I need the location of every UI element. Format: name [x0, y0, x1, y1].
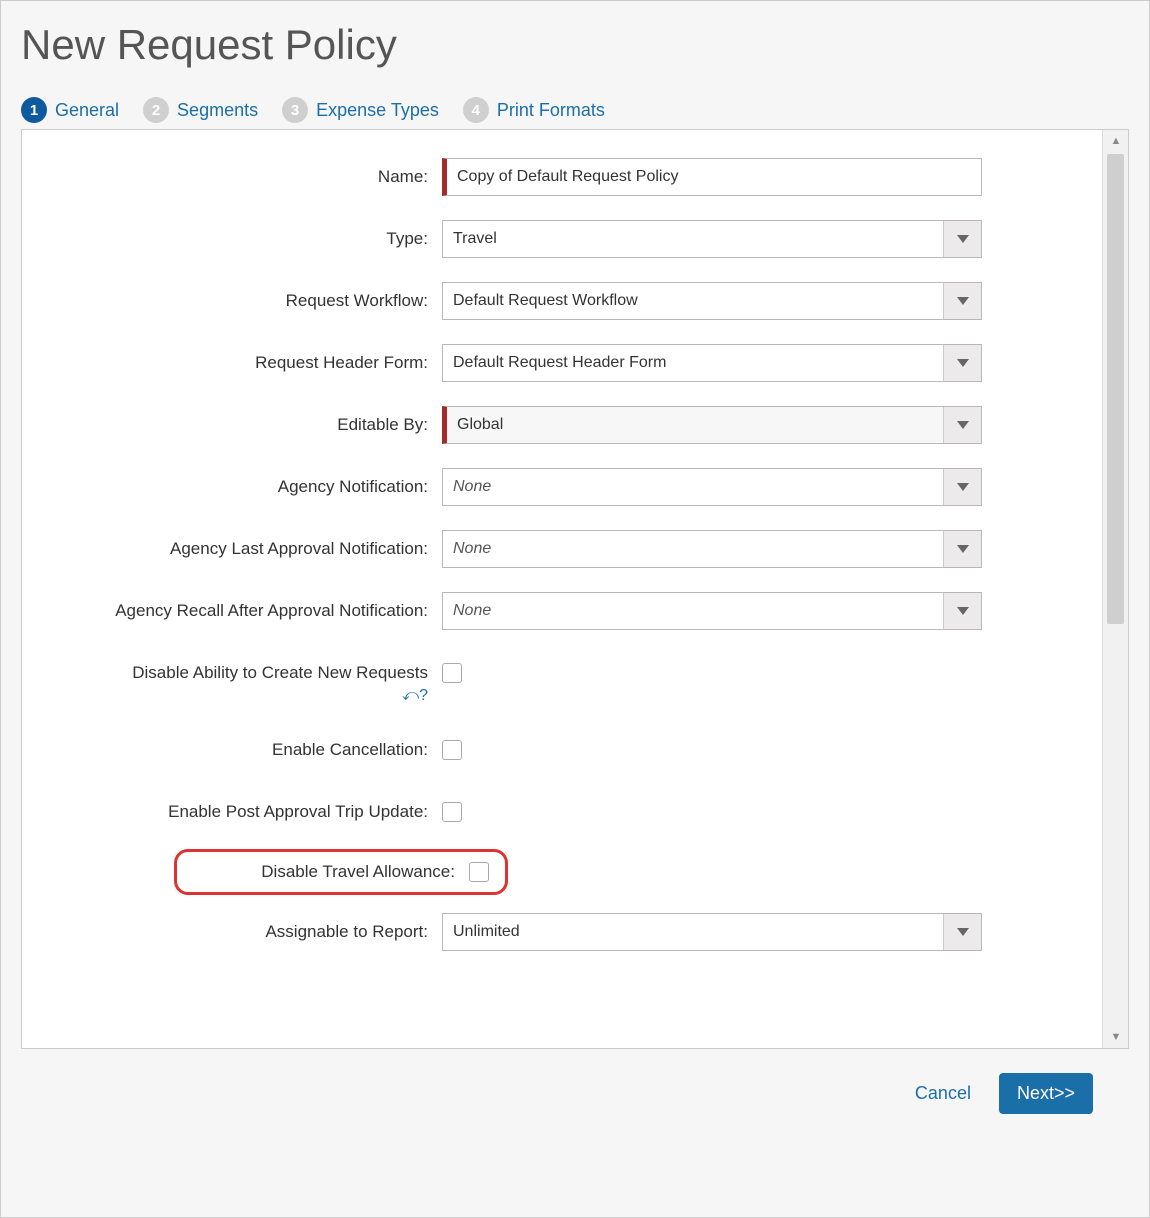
form-panel: Name: Type: Travel Request Workflow:: [21, 129, 1129, 1049]
chevron-down-icon[interactable]: [943, 345, 981, 381]
label-disable-travel-allowance: Disable Travel Allowance:: [261, 862, 455, 882]
agency-notification-select[interactable]: None: [442, 468, 982, 506]
chevron-down-icon[interactable]: [943, 914, 981, 950]
agency-recall-select[interactable]: None: [442, 592, 982, 630]
workflow-select[interactable]: Default Request Workflow: [442, 282, 982, 320]
disable-travel-allowance-checkbox[interactable]: [469, 862, 489, 882]
agency-notification-value: None: [443, 469, 943, 505]
page-title: New Request Policy: [21, 21, 1129, 69]
chevron-down-icon[interactable]: [943, 469, 981, 505]
step-number-icon: 2: [143, 97, 169, 123]
label-agency-recall: Agency Recall After Approval Notificatio…: [22, 592, 442, 622]
editable-by-value: Global: [447, 407, 943, 443]
step-segments[interactable]: 2 Segments: [143, 97, 258, 123]
assignable-to-report-select[interactable]: Unlimited: [442, 913, 982, 951]
label-enable-cancel: Enable Cancellation:: [22, 731, 442, 769]
label-editable-by: Editable By:: [22, 406, 442, 444]
type-select[interactable]: Travel: [442, 220, 982, 258]
label-enable-post-approval: Enable Post Approval Trip Update:: [22, 793, 442, 831]
enable-cancel-checkbox[interactable]: [442, 740, 462, 760]
label-name: Name:: [22, 158, 442, 196]
agency-recall-value: None: [443, 593, 943, 629]
help-icon[interactable]: ⤺?: [402, 687, 428, 704]
name-input[interactable]: [442, 158, 982, 196]
step-expense-types[interactable]: 3 Expense Types: [282, 97, 439, 123]
step-general[interactable]: 1 General: [21, 97, 119, 123]
header-form-value: Default Request Header Form: [443, 345, 943, 381]
chevron-down-icon[interactable]: [943, 283, 981, 319]
label-disable-new-text: Disable Ability to Create New Requests: [132, 663, 428, 682]
disable-new-checkbox[interactable]: [442, 663, 462, 683]
scroll-thumb[interactable]: [1107, 154, 1124, 624]
enable-post-approval-checkbox[interactable]: [442, 802, 462, 822]
label-header-form: Request Header Form:: [22, 344, 442, 382]
label-workflow: Request Workflow:: [22, 282, 442, 320]
next-button[interactable]: Next>>: [999, 1073, 1093, 1114]
step-number-icon: 1: [21, 97, 47, 123]
step-label: Print Formats: [497, 100, 605, 121]
highlighted-disable-travel-allowance: Disable Travel Allowance:: [174, 849, 508, 895]
editable-by-select[interactable]: Global: [442, 406, 982, 444]
step-number-icon: 3: [282, 97, 308, 123]
agency-last-approval-select[interactable]: None: [442, 530, 982, 568]
assignable-to-report-value: Unlimited: [443, 914, 943, 950]
scrollbar[interactable]: ▲ ▼: [1102, 130, 1128, 1048]
step-label: Segments: [177, 100, 258, 121]
wizard-stepper: 1 General 2 Segments 3 Expense Types 4 P…: [21, 97, 1129, 123]
label-assignable-to-report: Assignable to Report:: [22, 913, 442, 951]
step-print-formats[interactable]: 4 Print Formats: [463, 97, 605, 123]
label-agency-notification: Agency Notification:: [22, 468, 442, 506]
label-disable-new: Disable Ability to Create New Requests ⤺…: [22, 654, 442, 707]
agency-last-approval-value: None: [443, 531, 943, 567]
scroll-up-icon[interactable]: ▲: [1103, 130, 1129, 152]
step-label: Expense Types: [316, 100, 439, 121]
step-label: General: [55, 100, 119, 121]
footer: Cancel Next>>: [21, 1049, 1129, 1114]
type-value: Travel: [443, 221, 943, 257]
workflow-value: Default Request Workflow: [443, 283, 943, 319]
cancel-button[interactable]: Cancel: [915, 1083, 971, 1104]
label-type: Type:: [22, 220, 442, 258]
chevron-down-icon[interactable]: [943, 221, 981, 257]
chevron-down-icon[interactable]: [943, 531, 981, 567]
chevron-down-icon[interactable]: [943, 593, 981, 629]
label-agency-last-approval: Agency Last Approval Notification:: [22, 530, 442, 568]
chevron-down-icon[interactable]: [943, 407, 981, 443]
scroll-down-icon[interactable]: ▼: [1103, 1026, 1129, 1048]
step-number-icon: 4: [463, 97, 489, 123]
header-form-select[interactable]: Default Request Header Form: [442, 344, 982, 382]
